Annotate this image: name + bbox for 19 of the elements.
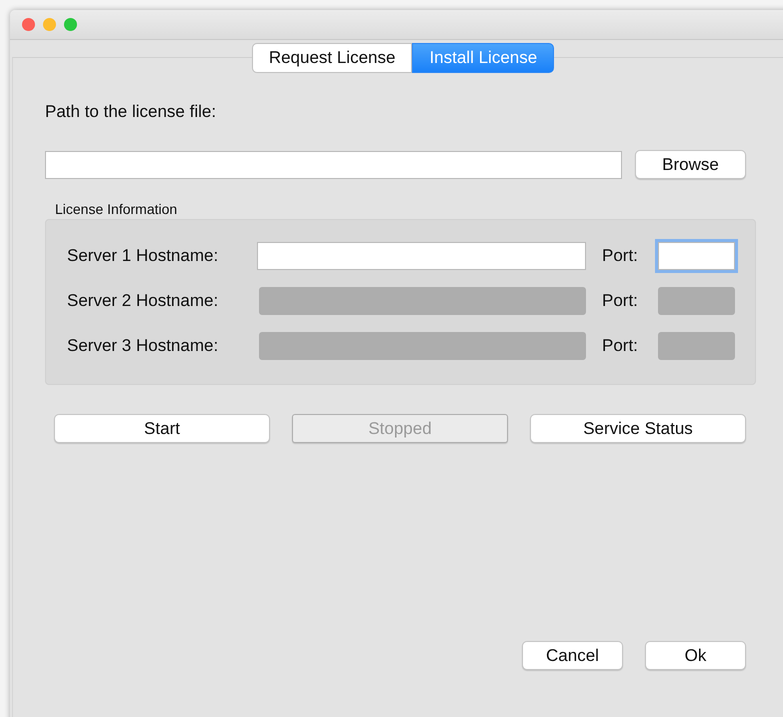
- group-title: License Information: [55, 201, 178, 217]
- browse-button[interactable]: Browse: [635, 150, 746, 179]
- service-button[interactable]: Start: [54, 414, 270, 443]
- hostname-field[interactable]: [257, 242, 586, 270]
- hostname-label: Server 1 Hostname:: [67, 246, 220, 266]
- hostname-label: Server 2 Hostname:: [67, 290, 220, 310]
- close-button[interactable]: [22, 18, 35, 31]
- service-button[interactable]: Service Status: [530, 414, 746, 443]
- minimize-button[interactable]: [43, 18, 56, 31]
- port-label: Port:: [602, 290, 639, 310]
- path-label: Path to the license file:: [45, 102, 218, 122]
- dialog-button[interactable]: Cancel: [522, 641, 623, 670]
- dialog-button[interactable]: Ok: [645, 641, 746, 670]
- hostname-label: Server 3 Hostname:: [67, 336, 220, 356]
- port-label: Port:: [602, 246, 639, 266]
- tab[interactable]: Request License: [252, 43, 412, 73]
- port-label: Port:: [602, 336, 639, 356]
- path-field[interactable]: [45, 150, 622, 178]
- zoom-button[interactable]: [64, 18, 77, 31]
